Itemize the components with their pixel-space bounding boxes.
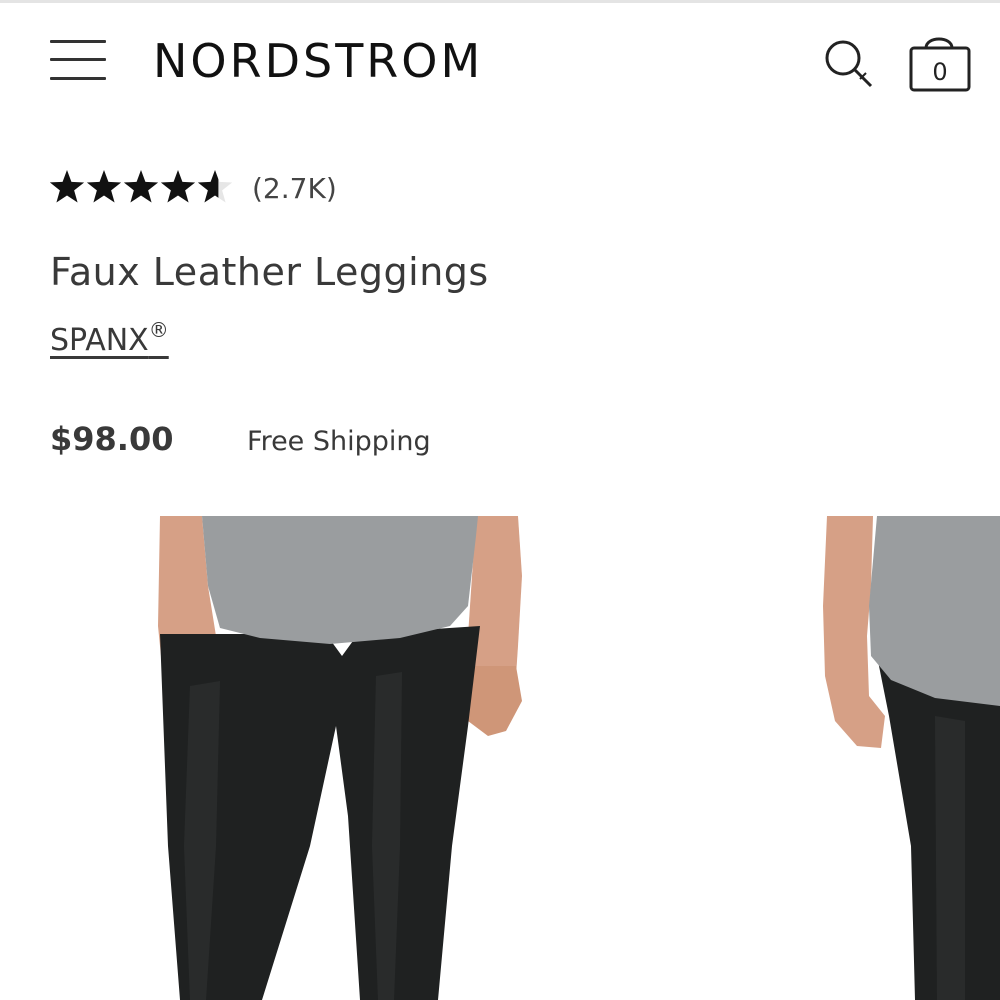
header: NORDSTROM 0 xyxy=(0,0,1000,120)
stars-icon xyxy=(50,170,233,203)
nordstrom-logo[interactable]: NORDSTROM xyxy=(153,32,483,90)
star-filled-icon xyxy=(123,170,159,203)
brand-name[interactable]: SPANX xyxy=(50,323,149,358)
shopping-bag-icon[interactable]: 0 xyxy=(908,30,972,94)
product-image-gallery[interactable] xyxy=(0,516,1000,1000)
product-front-photo[interactable] xyxy=(150,516,530,1000)
rating-summary[interactable]: (2.7K) xyxy=(50,166,337,210)
shipping-info: Free Shipping xyxy=(247,426,431,457)
star-filled-icon xyxy=(50,170,85,203)
hamburger-menu-icon[interactable] xyxy=(50,36,108,84)
product-price: $98.00 xyxy=(50,420,174,458)
product-title: Faux Leather Leggings xyxy=(50,250,489,294)
registered-mark: ® xyxy=(148,318,169,342)
search-icon[interactable] xyxy=(822,38,878,94)
star-filled-icon xyxy=(160,170,196,203)
bag-count: 0 xyxy=(932,58,948,86)
review-count[interactable]: (2.7K) xyxy=(252,172,337,205)
product-side-photo[interactable] xyxy=(815,516,1000,1000)
star-rating xyxy=(50,168,236,208)
star-filled-icon xyxy=(86,170,122,203)
product-page: NORDSTROM 0 (2.7K) Faux Leather Leggings… xyxy=(0,0,1000,1000)
brand-link[interactable]: SPANX® xyxy=(50,318,169,358)
